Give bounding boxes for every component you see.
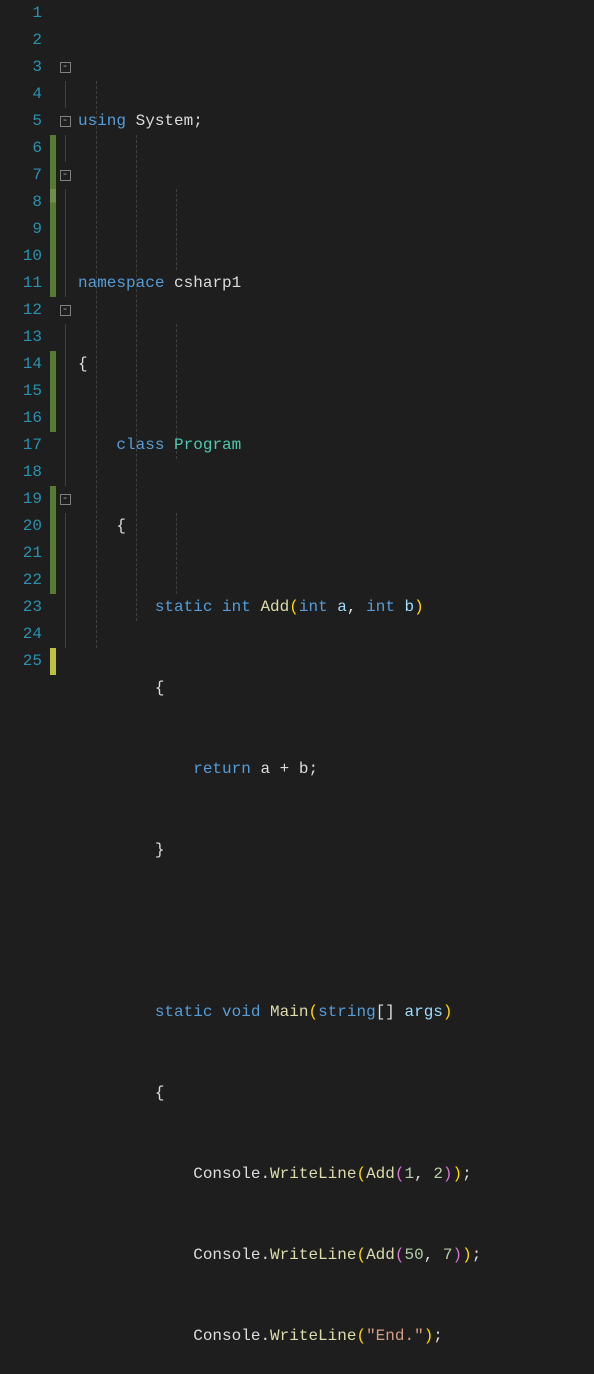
fold-toggle-icon[interactable]: - [60, 305, 71, 316]
line-number: 22 [0, 567, 42, 594]
line-number: 18 [0, 459, 42, 486]
code-line[interactable]: Console.WriteLine(Add(50, 7)); [74, 1242, 594, 1269]
code-line[interactable]: { [74, 513, 594, 540]
line-number: 3 [0, 54, 42, 81]
code-line[interactable]: { [74, 1080, 594, 1107]
indent-guides [74, 0, 594, 687]
fold-gutter: - - - - - [56, 0, 74, 687]
code-line[interactable]: class Program [74, 432, 594, 459]
code-line[interactable]: using System; [74, 108, 594, 135]
line-number: 4 [0, 81, 42, 108]
line-number: 10 [0, 243, 42, 270]
line-number: 25 [0, 648, 42, 675]
line-number: 16 [0, 405, 42, 432]
line-number: 24 [0, 621, 42, 648]
line-number: 12 [0, 297, 42, 324]
fold-toggle-icon[interactable]: - [60, 170, 71, 181]
line-number: 1 [0, 0, 42, 27]
code-area[interactable]: using System; namespace csharp1 { class … [74, 0, 594, 687]
line-number: 8 [0, 189, 42, 216]
fold-toggle-icon[interactable]: - [60, 62, 71, 73]
line-number: 15 [0, 378, 42, 405]
line-number: 13 [0, 324, 42, 351]
line-number-gutter: 1 2 3 4 5 6 7 8 9 10 11 12 13 14 15 16 1… [0, 0, 50, 687]
code-line[interactable]: return a + b; [74, 756, 594, 783]
line-number: 23 [0, 594, 42, 621]
line-number: 21 [0, 540, 42, 567]
code-line[interactable]: { [74, 675, 594, 702]
code-line[interactable]: static int Add(int a, int b) [74, 594, 594, 621]
fold-toggle-icon[interactable]: - [60, 494, 71, 505]
line-number: 7 [0, 162, 42, 189]
line-number: 19 [0, 486, 42, 513]
line-number: 20 [0, 513, 42, 540]
code-line[interactable]: } [74, 837, 594, 864]
code-line[interactable] [74, 918, 594, 945]
code-line[interactable]: Console.WriteLine(Add(1, 2)); [74, 1161, 594, 1188]
code-editor[interactable]: 1 2 3 4 5 6 7 8 9 10 11 12 13 14 15 16 1… [0, 0, 594, 687]
line-number: 2 [0, 27, 42, 54]
code-line[interactable]: Console.WriteLine("End."); [74, 1323, 594, 1350]
code-line[interactable]: namespace csharp1 [74, 270, 594, 297]
line-number: 9 [0, 216, 42, 243]
line-number: 6 [0, 135, 42, 162]
line-number: 14 [0, 351, 42, 378]
code-line[interactable]: { [74, 351, 594, 378]
code-line[interactable]: static void Main(string[] args) [74, 999, 594, 1026]
line-number: 17 [0, 432, 42, 459]
line-number: 11 [0, 270, 42, 297]
code-line[interactable] [74, 189, 594, 216]
line-number: 5 [0, 108, 42, 135]
fold-toggle-icon[interactable]: - [60, 116, 71, 127]
